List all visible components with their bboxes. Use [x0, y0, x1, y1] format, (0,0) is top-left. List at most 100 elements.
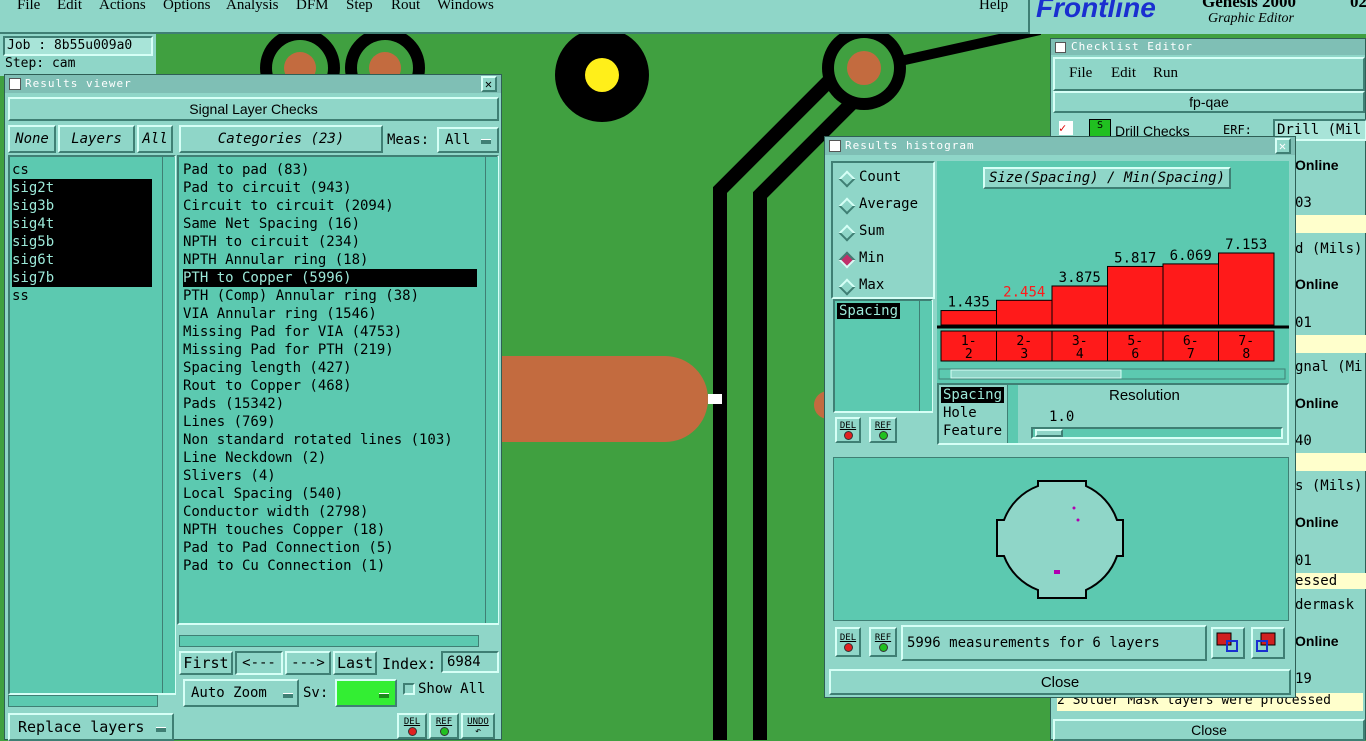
category-item[interactable]: Pad to pad (83) [183, 161, 477, 179]
category-item[interactable]: NPTH to circuit (234) [183, 233, 477, 251]
menu-analysis[interactable]: Analysis [226, 0, 279, 14]
window-menu-icon[interactable] [1055, 42, 1066, 53]
none-button[interactable]: None [8, 125, 56, 153]
layer-item[interactable]: sig7b [12, 269, 152, 287]
show-all-checkbox[interactable] [403, 683, 415, 695]
category-item[interactable]: Circuit to circuit (2094) [183, 197, 477, 215]
category-item[interactable]: PTH (Comp) Annular ring (38) [183, 287, 477, 305]
next-button[interactable]: ---> [285, 651, 331, 675]
category-item[interactable]: Pad to Pad Connection (5) [183, 539, 477, 557]
layer-list[interactable]: cs sig2t sig3b sig4t sig5b sig6t sig7b s… [8, 155, 176, 695]
category-item[interactable]: Pads (15342) [183, 395, 477, 413]
hist-del-button[interactable]: DEL [835, 417, 861, 443]
window-menu-icon[interactable] [829, 140, 841, 152]
first-button[interactable]: First [179, 651, 233, 675]
category-item[interactable]: NPTH touches Copper (18) [183, 521, 477, 539]
del-button[interactable]: DEL [397, 713, 427, 739]
window-menu-icon[interactable] [9, 78, 21, 90]
category-item[interactable]: Missing Pad for PTH (219) [183, 341, 477, 359]
menu-help[interactable]: Help [979, 0, 1008, 14]
category-item[interactable]: Spacing length (427) [183, 359, 477, 377]
histogram-bar[interactable] [1162, 263, 1219, 326]
ref-button[interactable]: REF [429, 713, 459, 739]
histogram-measure-list[interactable]: Spacing [833, 299, 933, 413]
category-item[interactable]: Pad to Cu Connection (1) [183, 557, 477, 575]
checkbox-icon[interactable]: ✓ [1059, 121, 1073, 135]
layer-item[interactable]: sig2t [12, 179, 152, 197]
category-item[interactable]: NPTH Annular ring (18) [183, 251, 477, 269]
menu-rout[interactable]: Rout [391, 0, 420, 14]
category-item[interactable]: Conductor width (2798) [183, 503, 477, 521]
checklist-menu-file[interactable]: File [1069, 65, 1092, 82]
category-item[interactable]: Missing Pad for VIA (4753) [183, 323, 477, 341]
category-item[interactable]: Slivers (4) [183, 467, 477, 485]
histogram-bar[interactable] [1107, 265, 1164, 326]
menu-edit[interactable]: Edit [57, 0, 82, 14]
import-icon[interactable] [1251, 627, 1285, 659]
dimension-item[interactable]: Hole [943, 405, 977, 421]
histogram-bar[interactable] [940, 310, 997, 326]
prev-button[interactable]: <--- [235, 651, 283, 675]
close-icon[interactable]: ✕ [1275, 138, 1291, 154]
category-item[interactable]: Lines (769) [183, 413, 477, 431]
layer-item[interactable]: sig6t [12, 251, 152, 269]
category-item[interactable]: Rout to Copper (468) [183, 377, 477, 395]
replace-layers-select[interactable]: Replace layers [8, 713, 174, 741]
meas-select[interactable]: All [437, 127, 499, 153]
dimension-item[interactable]: Spacing [941, 387, 1005, 403]
results-viewer-titlebar[interactable]: Results viewer ✕ [5, 75, 501, 93]
category-list-scrollbar[interactable] [485, 157, 498, 623]
category-item[interactable]: Same Net Spacing (16) [183, 215, 477, 233]
export-icon[interactable] [1211, 627, 1245, 659]
layer-item[interactable]: ss [12, 287, 158, 305]
histogram-titlebar[interactable]: Results histogram ✕ [825, 137, 1295, 155]
measure-list-scrollbar[interactable] [919, 301, 932, 411]
histogram-bar[interactable] [1218, 252, 1275, 326]
layer-item[interactable]: sig5b [12, 233, 152, 251]
menu-file[interactable]: File [17, 0, 40, 14]
chart-hscroll-thumb[interactable] [950, 369, 1122, 379]
layer-list-scrollbar[interactable] [162, 157, 175, 693]
histogram-bar[interactable] [1051, 285, 1108, 326]
preview-ref-button[interactable]: REF [869, 627, 897, 657]
menu-dfm[interactable]: DFM [296, 0, 329, 14]
category-item[interactable]: Local Spacing (540) [183, 485, 477, 503]
layer-item[interactable]: cs [12, 161, 158, 179]
menu-actions[interactable]: Actions [99, 0, 146, 14]
checklist-menu-run[interactable]: Run [1153, 65, 1178, 82]
categories-button[interactable]: Categories (23) [179, 125, 383, 153]
layers-button[interactable]: Layers [58, 125, 135, 153]
layer-item[interactable]: sig3b [12, 197, 152, 215]
category-item[interactable]: VIA Annular ring (1546) [183, 305, 477, 323]
histogram-close-button[interactable]: Close [829, 669, 1291, 695]
checklist-titlebar[interactable]: Checklist Editor [1051, 39, 1365, 55]
auto-zoom-select[interactable]: Auto Zoom [183, 679, 299, 707]
checklist-menu-edit[interactable]: Edit [1111, 65, 1136, 82]
menu-step[interactable]: Step [346, 0, 373, 14]
all-layers-button[interactable]: All [137, 125, 173, 153]
last-button[interactable]: Last [333, 651, 377, 675]
layer-item[interactable]: sig4t [12, 215, 152, 233]
category-list-hscroll[interactable] [179, 635, 479, 647]
dimension-list[interactable]: Spacing Hole Feature [939, 385, 1019, 443]
histogram-bar[interactable] [996, 299, 1053, 326]
slider-thumb[interactable] [1035, 429, 1063, 437]
menu-options[interactable]: Options [163, 0, 211, 14]
menu-windows[interactable]: Windows [437, 0, 494, 14]
category-list[interactable]: Pad to pad (83) Pad to circuit (943) Circu… [177, 155, 499, 625]
category-item[interactable]: Pad to circuit (943) [183, 179, 477, 197]
resolution-slider[interactable] [1031, 427, 1283, 439]
category-item[interactable]: Non standard rotated lines (103) [183, 431, 477, 449]
index-input[interactable]: 6984 [441, 651, 499, 673]
preview-del-button[interactable]: DEL [835, 627, 861, 657]
dimension-item[interactable]: Feature [943, 423, 1002, 439]
close-icon[interactable]: ✕ [481, 76, 497, 92]
undo-button[interactable]: UNDO ↶ [461, 713, 495, 739]
dimension-list-scrollbar[interactable] [1007, 385, 1018, 443]
measure-list-item[interactable]: Spacing [837, 303, 901, 319]
category-item[interactable]: PTH to Copper (5996) [183, 269, 477, 287]
sv-color-select[interactable] [335, 679, 397, 707]
layer-list-hscroll[interactable] [8, 695, 158, 707]
checklist-close-button[interactable]: Close [1053, 719, 1365, 741]
category-item[interactable]: Line Neckdown (2) [183, 449, 477, 467]
